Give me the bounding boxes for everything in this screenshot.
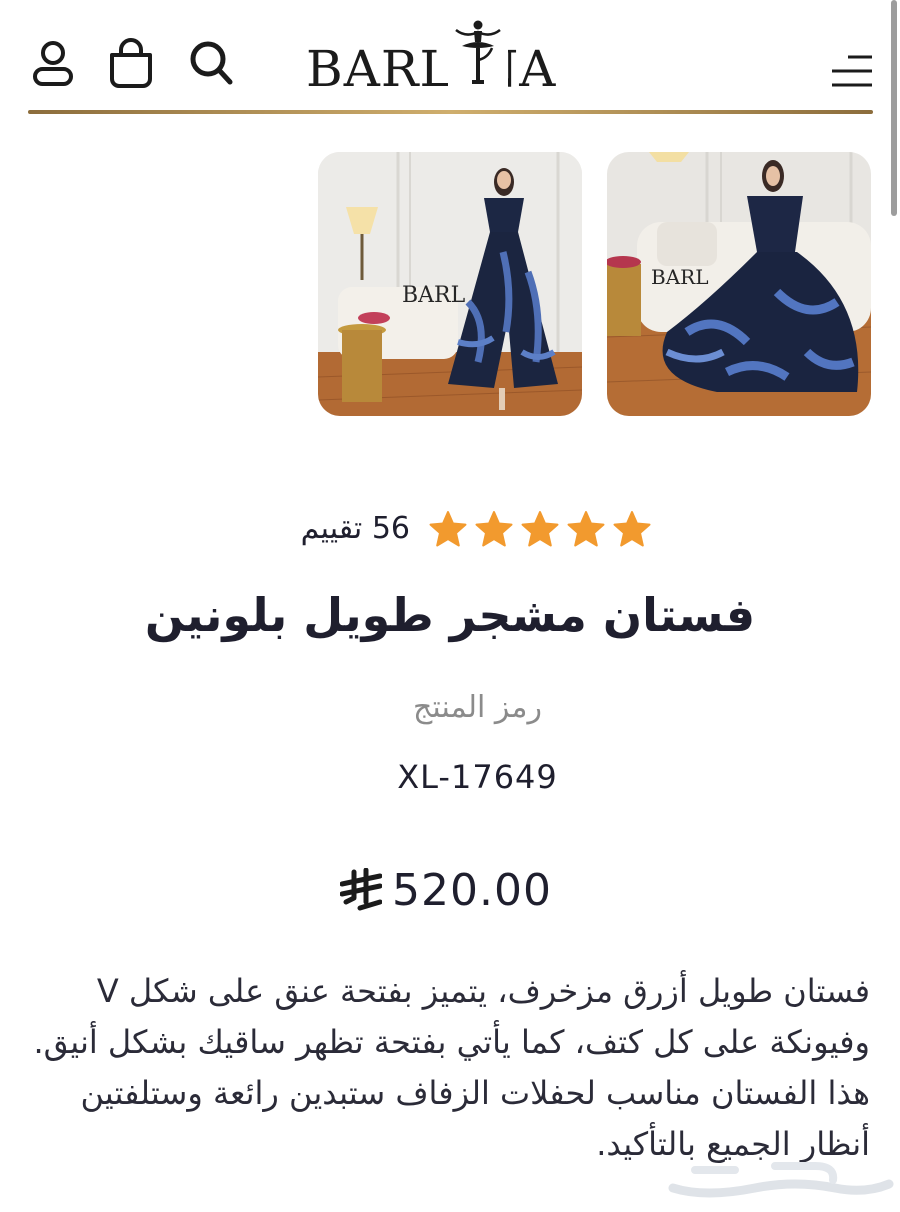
star-icon <box>613 511 651 547</box>
search-icon[interactable] <box>186 36 236 90</box>
product-title: فستان مشجر طويل بلونين <box>144 588 756 642</box>
star-icon <box>567 511 605 547</box>
star-icon <box>521 511 559 547</box>
user-icon[interactable] <box>28 36 78 90</box>
ballerina-icon <box>448 18 508 98</box>
star-icon <box>429 511 467 547</box>
sku-value: XL-17649 <box>397 758 558 796</box>
haraj-watermark-logo <box>668 1162 894 1198</box>
product-rating[interactable]: 56 تقييم <box>0 507 900 551</box>
rating-stars <box>428 509 652 549</box>
menu-icon[interactable] <box>826 44 876 98</box>
price-value: 520.00 <box>392 864 552 916</box>
header-divider <box>28 110 873 114</box>
product-price: 520.00 <box>340 862 552 918</box>
brand-logo[interactable]: BARLINA <box>306 18 596 98</box>
sku-label: رمز المنتج <box>413 690 542 725</box>
saudi-riyal-icon <box>340 868 382 911</box>
product-thumbnail-2[interactable]: BARL <box>607 152 871 416</box>
scrollbar[interactable] <box>891 0 897 216</box>
star-icon <box>475 511 513 547</box>
photo-watermark: BARL <box>402 283 466 308</box>
product-thumbnail-1[interactable]: BARL <box>318 152 582 416</box>
logo-text: BARLINA <box>306 40 557 98</box>
review-count[interactable]: 56 تقييم <box>301 511 410 546</box>
product-description: فستان طويل أزرق مزخرف، يتميز بفتحة عنق ع… <box>33 972 870 1163</box>
bag-icon[interactable] <box>106 36 156 90</box>
photo-watermark: BARL <box>651 265 708 289</box>
site-header: BARLINA <box>0 0 900 115</box>
